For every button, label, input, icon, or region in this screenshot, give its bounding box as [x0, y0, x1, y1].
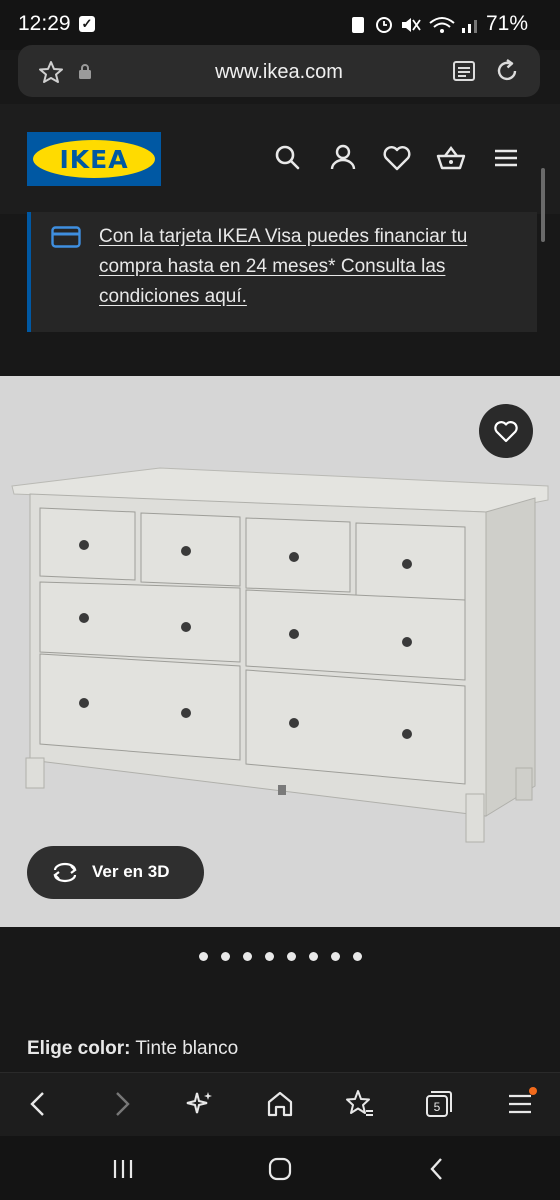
back-icon[interactable] [422, 1154, 452, 1184]
tabs-icon[interactable]: 5 [421, 1087, 455, 1121]
carousel-dot[interactable] [243, 952, 252, 961]
status-bar: 12:29 ✓ 71% [0, 0, 560, 50]
add-to-favourites-button[interactable] [479, 404, 533, 458]
tab-count: 5 [434, 1100, 441, 1114]
site-header: IKEA [0, 104, 560, 214]
system-nav-bar [0, 1136, 560, 1200]
search-icon[interactable] [272, 142, 304, 174]
menu-icon[interactable] [503, 1087, 537, 1121]
home-icon[interactable] [263, 1087, 297, 1121]
ikea-logo[interactable]: IKEA [27, 132, 161, 186]
view-in-3d-label: Ver en 3D [92, 862, 170, 881]
reload-icon[interactable] [494, 58, 520, 84]
carousel-dot[interactable] [199, 952, 208, 961]
color-label: Elige color: [27, 1038, 131, 1059]
basket-icon[interactable] [435, 142, 467, 174]
dresser-image [11, 467, 549, 843]
logo-text: IKEA [59, 145, 129, 174]
heart-icon[interactable] [381, 142, 413, 174]
product-gallery[interactable]: Ver en 3D [0, 376, 560, 927]
rotate-3d-icon [53, 862, 77, 883]
heart-icon [494, 421, 518, 443]
carousel-dot[interactable] [309, 952, 318, 961]
back-icon[interactable] [22, 1087, 56, 1121]
battery-level: 71% [485, 12, 528, 35]
color-selection: Elige color: Tinte blanco [27, 1038, 238, 1060]
credit-card-icon [51, 226, 81, 248]
reader-mode-icon[interactable] [452, 59, 476, 83]
user-icon[interactable] [327, 142, 359, 174]
notification-check-icon: ✓ [79, 16, 95, 32]
carousel-dot[interactable] [353, 952, 362, 961]
color-value: Tinte blanco [135, 1038, 239, 1059]
page-scrollbar[interactable] [541, 168, 545, 242]
menu-icon[interactable] [490, 142, 522, 174]
carousel-dot[interactable] [221, 952, 230, 961]
status-icons-svg [352, 17, 477, 33]
view-in-3d-button[interactable]: Ver en 3D [27, 846, 204, 899]
address-bar[interactable]: www.ikea.com [18, 45, 540, 97]
recents-icon[interactable] [108, 1154, 138, 1184]
browser-toolbar: 5 [0, 1072, 560, 1137]
sparkle-icon[interactable] [183, 1087, 217, 1121]
promo-link[interactable]: Con la tarjeta IKEA Visa puedes financia… [99, 222, 519, 312]
bookmark-star-icon[interactable] [342, 1087, 376, 1121]
carousel-dot[interactable] [287, 952, 296, 961]
financing-promo[interactable]: Con la tarjeta IKEA Visa puedes financia… [27, 212, 537, 332]
home-circle-icon[interactable] [265, 1154, 295, 1184]
carousel-dot[interactable] [265, 952, 274, 961]
forward-icon[interactable] [104, 1087, 138, 1121]
carousel-dot[interactable] [331, 952, 340, 961]
status-time: 12:29 [18, 12, 71, 35]
status-icons [350, 14, 500, 41]
